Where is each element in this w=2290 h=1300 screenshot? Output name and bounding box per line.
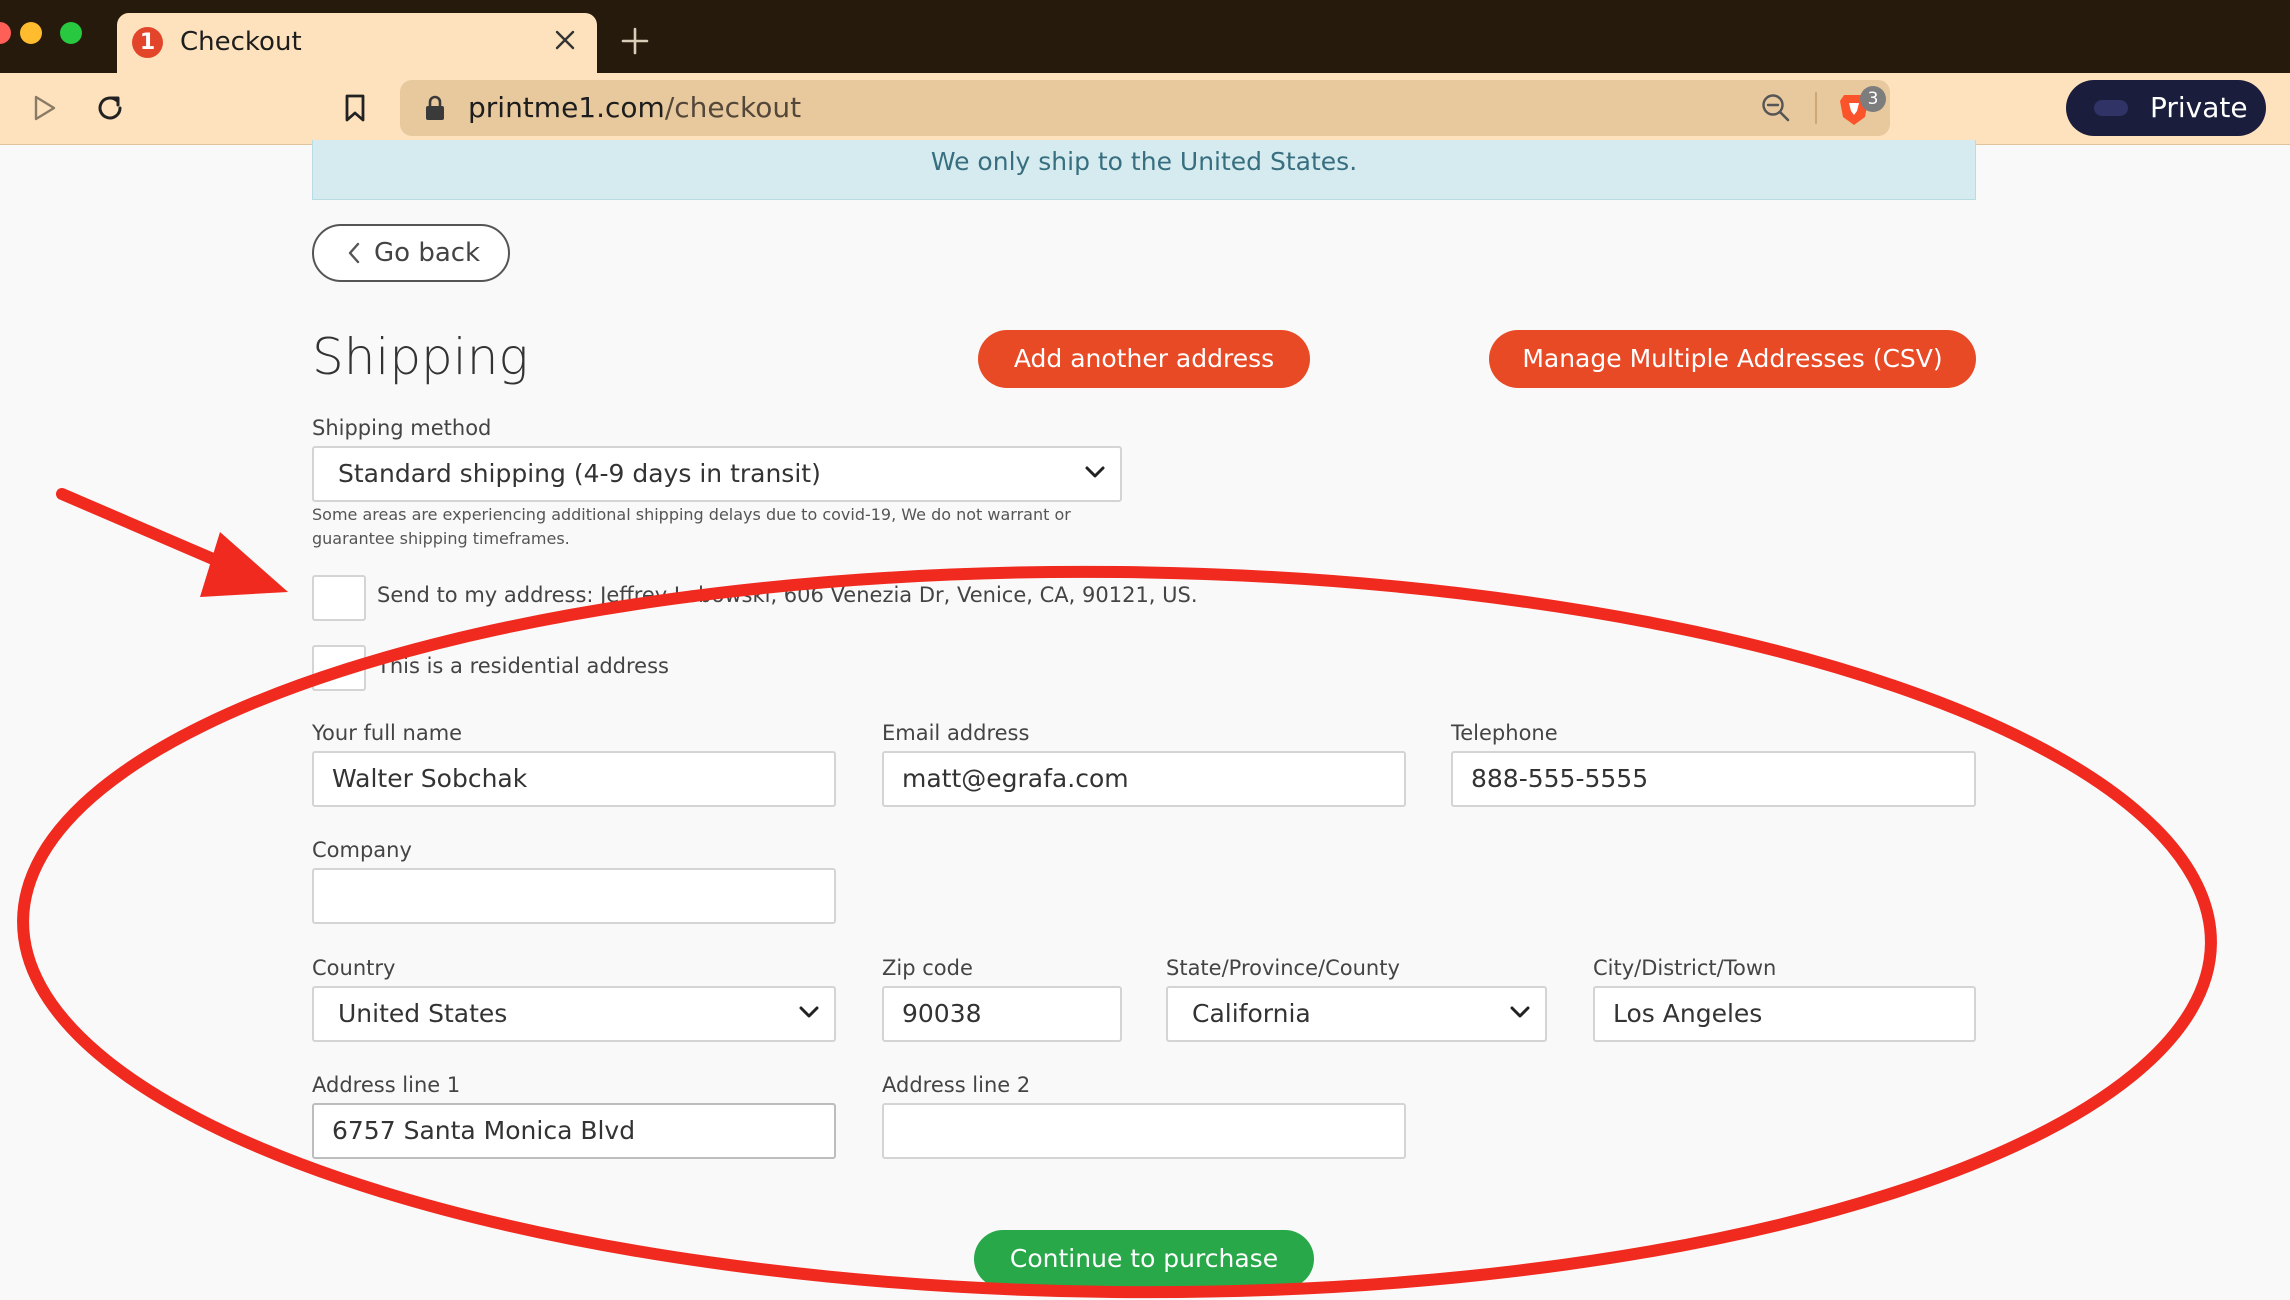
- tab-title: Checkout: [180, 27, 302, 57]
- country-select[interactable]: United States: [312, 986, 836, 1042]
- company-label: Company: [312, 838, 412, 862]
- page-title: Shipping: [312, 328, 529, 386]
- residential-address-checkbox[interactable]: [312, 645, 366, 691]
- address-line-1-input[interactable]: 6757 Santa Monica Blvd: [312, 1103, 836, 1159]
- chevron-left-icon: [346, 241, 362, 269]
- address-line-1-label: Address line 1: [312, 1073, 461, 1097]
- send-to-my-address-label: Send to my address: Jeffrey Lebowski, 60…: [377, 583, 1198, 607]
- full-name-input[interactable]: Walter Sobchak: [312, 751, 836, 807]
- manage-multiple-addresses-button[interactable]: Manage Multiple Addresses (CSV): [1489, 330, 1976, 388]
- full-name-label: Your full name: [312, 721, 463, 745]
- go-back-label: Go back: [374, 238, 481, 268]
- url-path: /checkout: [664, 91, 802, 124]
- shields-count-badge: 3: [1860, 86, 1886, 112]
- country-value: United States: [338, 999, 508, 1028]
- chevron-down-icon: [1510, 1006, 1530, 1018]
- zip-input[interactable]: 90038: [882, 986, 1122, 1042]
- shipping-method-label: Shipping method: [312, 416, 492, 440]
- chevron-down-icon: [799, 1006, 819, 1018]
- annotation-arrow-shaft: [56, 488, 226, 568]
- minimize-window-button[interactable]: [20, 22, 42, 44]
- lock-icon[interactable]: [424, 94, 446, 126]
- private-mask-icon: [2094, 100, 2128, 116]
- shipping-delay-note: Some areas are experiencing additional s…: [312, 505, 1071, 548]
- private-label: Private: [2150, 91, 2248, 124]
- favicon: 1: [132, 27, 163, 58]
- maximize-window-button[interactable]: [60, 22, 82, 44]
- annotation-arrow-head: [200, 532, 288, 597]
- continue-to-purchase-button[interactable]: Continue to purchase: [974, 1230, 1314, 1288]
- chevron-down-icon: [1085, 466, 1105, 478]
- reload-icon[interactable]: [94, 92, 126, 128]
- city-input[interactable]: Los Angeles: [1593, 986, 1976, 1042]
- address-line-2-input[interactable]: [882, 1103, 1406, 1159]
- go-back-button[interactable]: Go back: [312, 224, 510, 282]
- zip-label: Zip code: [882, 956, 973, 980]
- play-icon[interactable]: [32, 94, 58, 126]
- residential-address-label: This is a residential address: [377, 654, 669, 678]
- state-label: State/Province/County: [1166, 956, 1400, 980]
- state-select[interactable]: California: [1166, 986, 1547, 1042]
- email-input[interactable]: matt@egrafa.com: [882, 751, 1406, 807]
- checkmark-icon: [330, 662, 349, 678]
- shipping-method-select[interactable]: Standard shipping (4-9 days in transit): [312, 446, 1122, 502]
- add-another-address-button[interactable]: Add another address: [978, 330, 1310, 388]
- company-input[interactable]: [312, 868, 836, 924]
- shipping-notice: We only ship to the United States.: [312, 140, 1976, 200]
- shipping-method-value: Standard shipping (4-9 days in transit): [338, 459, 821, 488]
- send-to-my-address-checkbox[interactable]: [312, 575, 366, 621]
- country-label: Country: [312, 956, 396, 980]
- email-label: Email address: [882, 721, 1030, 745]
- telephone-input[interactable]: 888-555-5555: [1451, 751, 1976, 807]
- address-line-2-label: Address line 2: [882, 1073, 1031, 1097]
- bookmark-icon[interactable]: [342, 92, 368, 128]
- plus-icon[interactable]: [620, 18, 650, 65]
- zoom-out-icon[interactable]: [1760, 92, 1792, 128]
- url-text[interactable]: printme1.com/checkout: [468, 88, 801, 128]
- divider: [1815, 92, 1817, 124]
- telephone-label: Telephone: [1451, 721, 1558, 745]
- state-value: California: [1192, 999, 1311, 1028]
- close-icon[interactable]: [554, 22, 576, 60]
- city-label: City/District/Town: [1593, 956, 1777, 980]
